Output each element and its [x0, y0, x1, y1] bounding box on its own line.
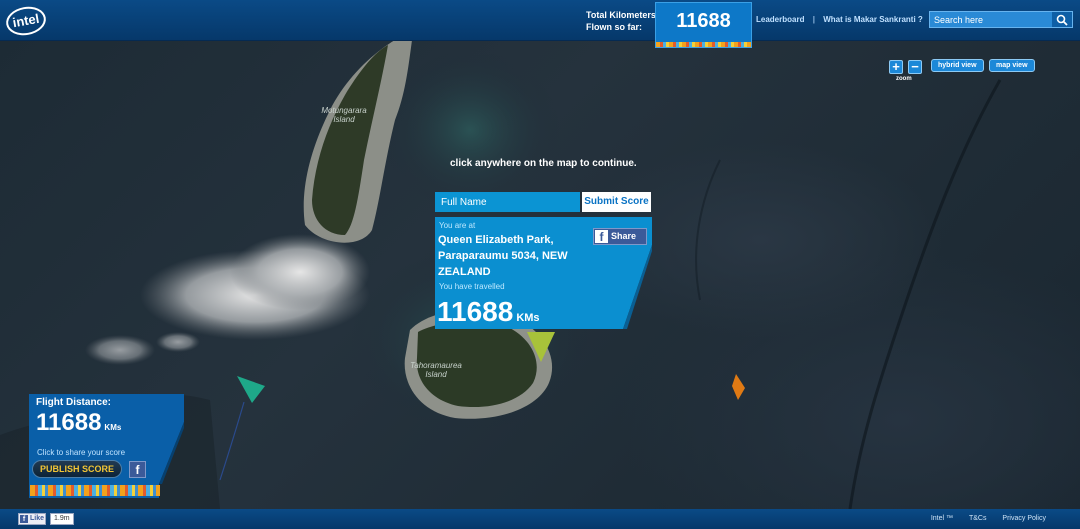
zoom-out-button[interactable]: −: [908, 60, 922, 74]
facebook-icon: f: [595, 230, 608, 244]
travelled-distance-unit: KMs: [516, 312, 540, 324]
top-links: Leaderboard | What is Makar Sankranti ?: [756, 15, 923, 24]
map-view-button[interactable]: map view: [989, 59, 1035, 72]
intel-link[interactable]: Intel ™: [931, 515, 953, 522]
kite-orange: [732, 374, 745, 400]
zoom-label: zoom: [896, 76, 912, 82]
hybrid-view-button[interactable]: hybrid view: [931, 59, 984, 72]
zoom-in-button[interactable]: +: [889, 60, 903, 74]
island-label-tahoramaurea: Tahoramaurea Island: [410, 361, 462, 379]
total-km-caption-line2: Flown so far:: [586, 22, 642, 32]
continue-message: click anywhere on the map to continue.: [450, 158, 637, 169]
terms-link[interactable]: T&Cs: [969, 515, 987, 522]
travelled-distance: 11688 KMs: [437, 295, 540, 335]
search-button[interactable]: [1052, 12, 1072, 27]
full-name-input[interactable]: [435, 192, 580, 212]
kite-string: [219, 401, 245, 481]
privacy-policy-link[interactable]: Privacy Policy: [1002, 515, 1046, 522]
like-count: 1.9m: [50, 513, 74, 525]
leaderboard-link[interactable]: Leaderboard: [756, 15, 804, 24]
flight-distance-value: 11688: [36, 409, 102, 436]
travelled-distance-value: 11688: [437, 296, 514, 327]
flight-distance-title: Flight Distance:: [36, 397, 112, 408]
search-input[interactable]: [930, 12, 1060, 27]
you-are-at-label: You are at: [439, 221, 476, 230]
submit-score-button[interactable]: Submit Score: [582, 192, 651, 212]
makar-sankranti-link[interactable]: What is Makar Sankranti ?: [823, 15, 923, 24]
footer-links: Intel ™ T&Cs Privacy Policy: [917, 515, 1046, 522]
facebook-share-button[interactable]: f Share: [593, 228, 647, 245]
current-location: Queen Elizabeth Park, Paraparaumu 5034, …: [438, 234, 568, 278]
kite-green: [237, 376, 265, 403]
cloud-small: [85, 335, 155, 365]
total-km-counter: 11688: [655, 2, 752, 48]
facebook-icon[interactable]: f: [129, 461, 146, 478]
channel-line: [848, 79, 1002, 509]
kite-pattern-strip: [656, 42, 751, 47]
share-score-hint: Click to share your score: [37, 448, 126, 457]
facebook-icon: f: [20, 515, 28, 523]
travelled-label: You have travelled: [439, 282, 505, 291]
intel-logo[interactable]: intel: [3, 3, 49, 39]
flight-distance: 11688 KMs: [36, 408, 121, 443]
search-icon: [1056, 14, 1068, 26]
share-label: Share: [611, 231, 637, 241]
publish-score-button[interactable]: PUBLISH SCORE: [32, 460, 122, 478]
island-label-motungarara: Motungarara Island: [321, 106, 367, 124]
cloud-small-2: [156, 332, 200, 352]
total-km-value: 11688: [676, 10, 731, 32]
footer-bar: f Like 1.9m Intel ™ T&Cs Privacy Policy: [0, 509, 1080, 529]
total-km-caption: Total Kilometers Flown so far:: [586, 9, 656, 33]
total-km-caption-line1: Total Kilometers: [586, 10, 656, 20]
flight-distance-unit: KMs: [104, 423, 122, 432]
top-bar: intel Total Kilometers Flown so far: Lea…: [0, 0, 1080, 41]
search-box: [929, 11, 1073, 28]
like-label: Like: [30, 515, 45, 522]
link-separator: |: [812, 15, 815, 24]
kite-pattern-strip: [30, 485, 160, 496]
channel-line-2: [695, 159, 721, 301]
cloud-puff: [230, 234, 370, 310]
facebook-like-button[interactable]: f Like: [18, 513, 46, 525]
